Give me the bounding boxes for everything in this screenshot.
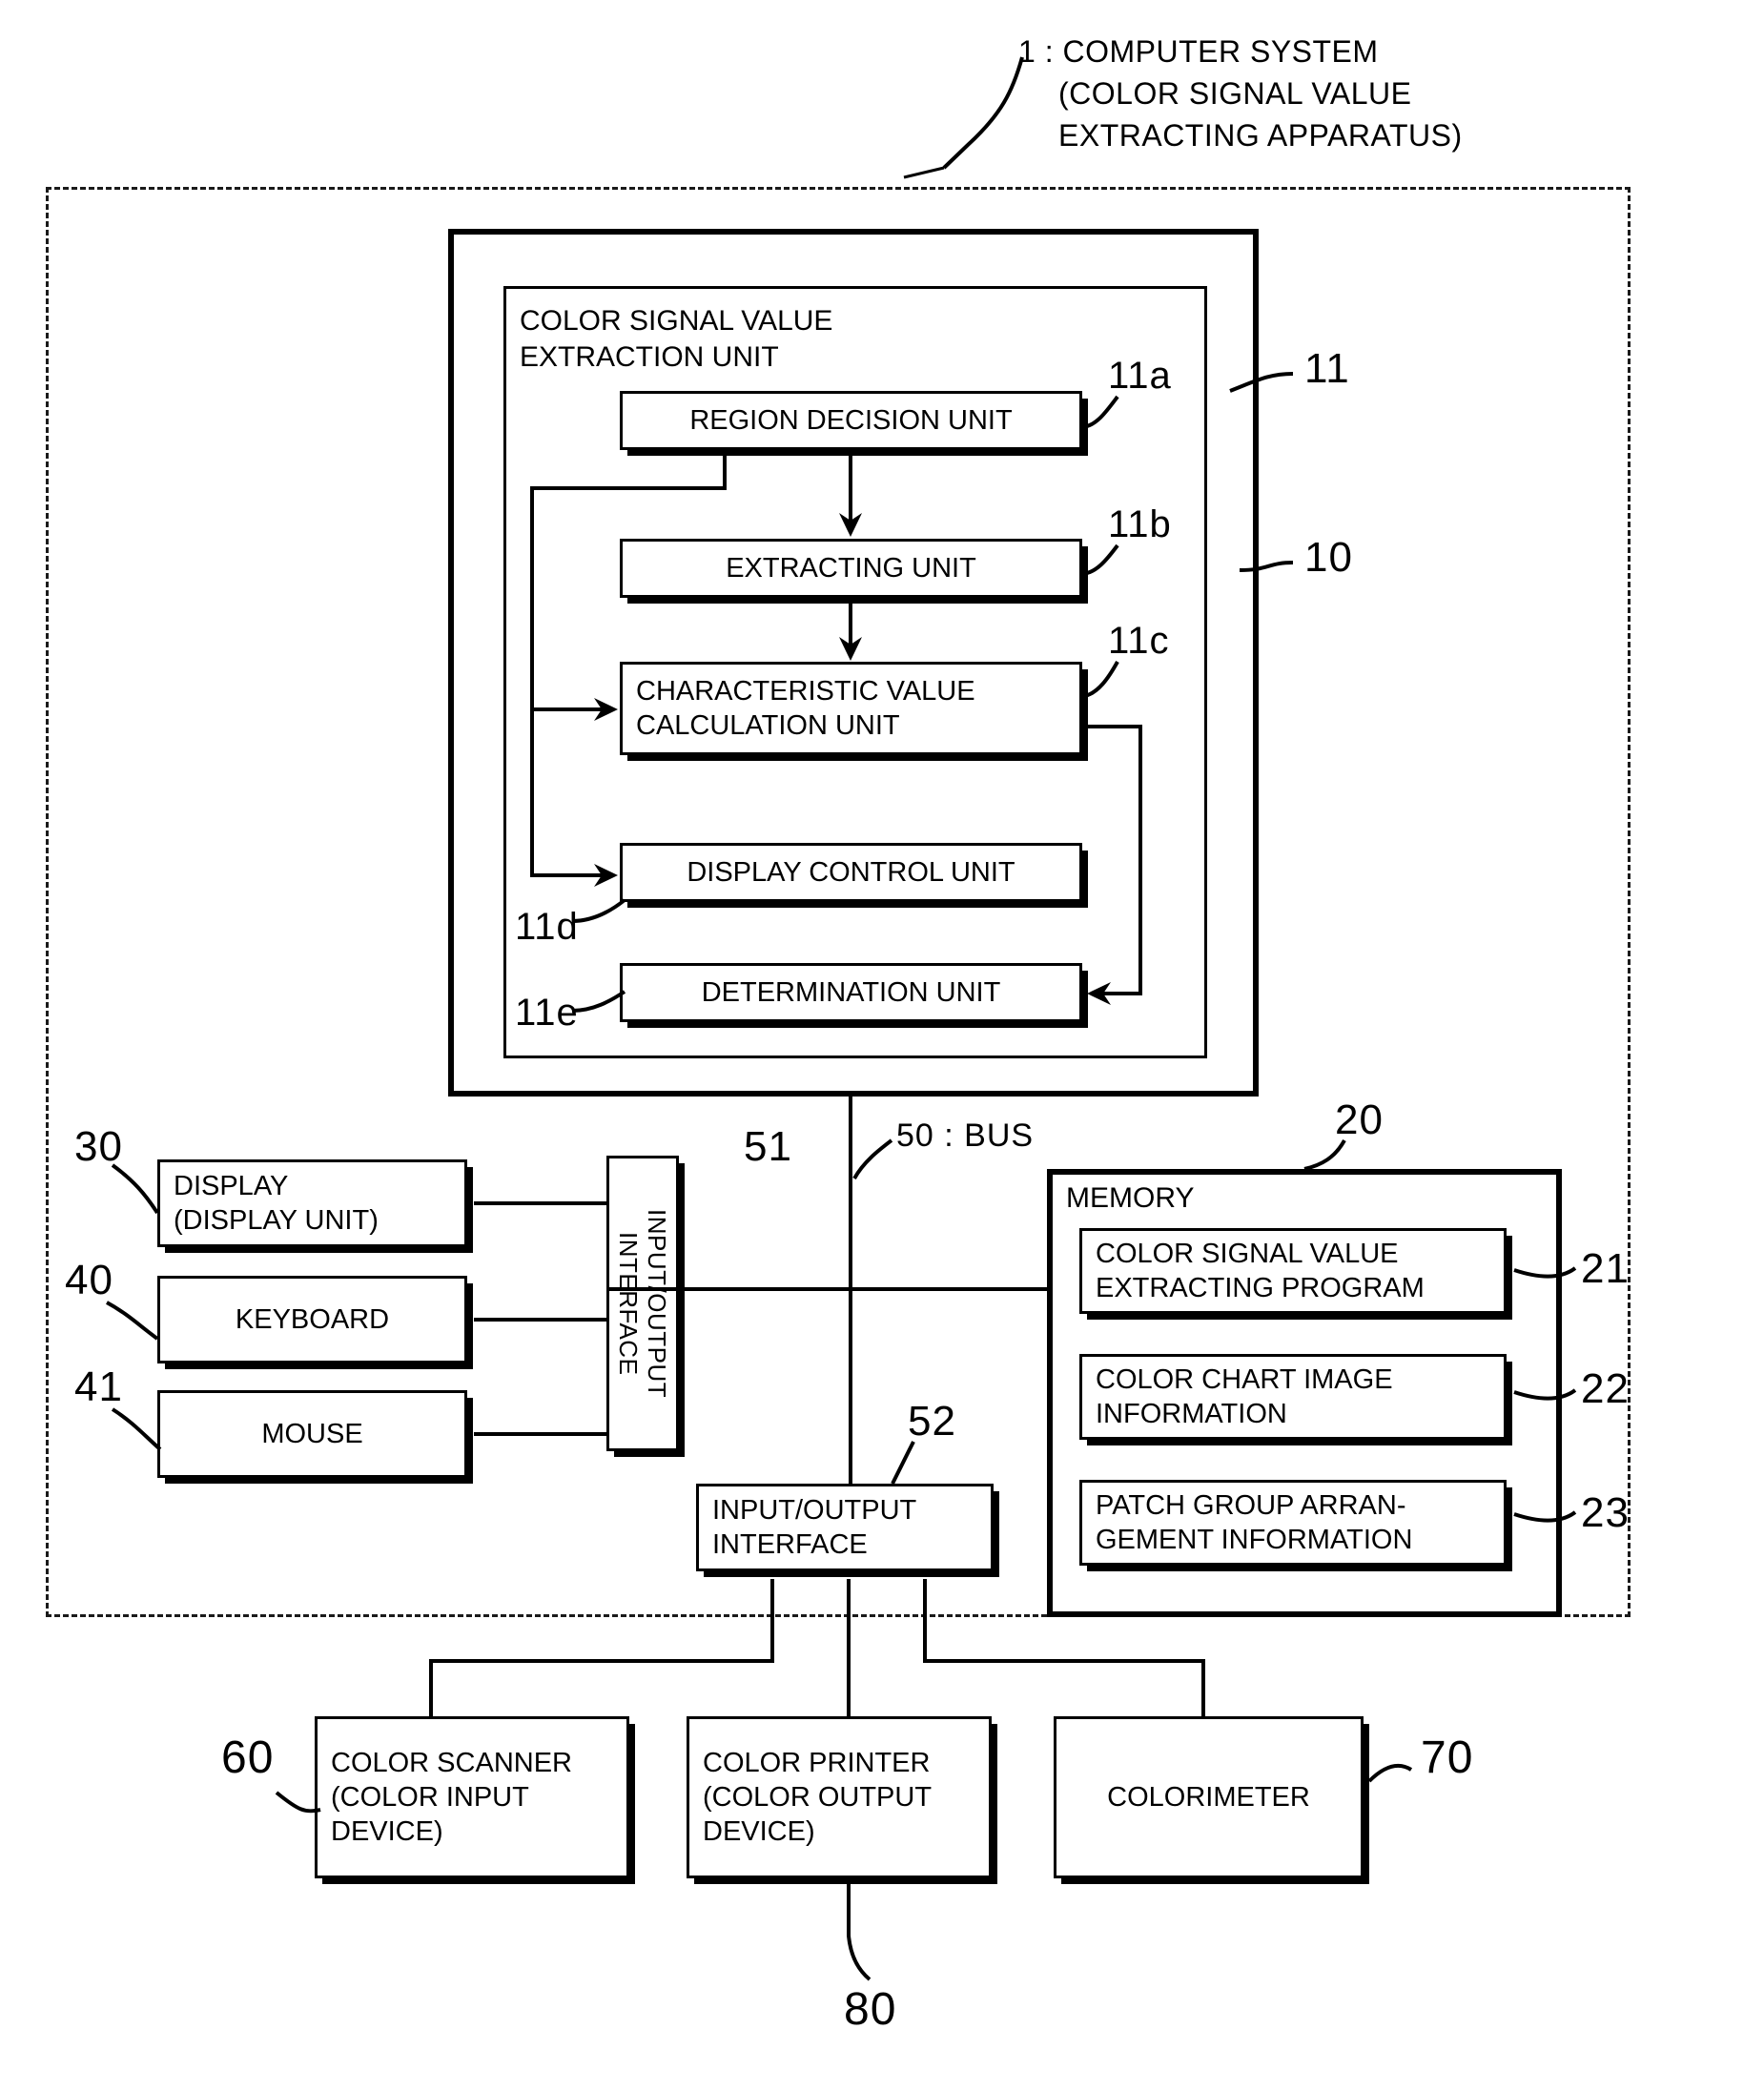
ref-21: 21 (1581, 1245, 1630, 1292)
patch-group-arrangement-information[interactable]: PATCH GROUP ARRAN- GEMENT INFORMATION (1079, 1480, 1507, 1566)
figure-title-line-2: (COLOR SIGNAL VALUE (1058, 76, 1412, 111)
ref-23: 23 (1581, 1489, 1630, 1536)
ref-70: 70 (1421, 1732, 1474, 1783)
ref-51: 51 (744, 1123, 792, 1170)
extracting-unit[interactable]: EXTRACTING UNIT (620, 539, 1082, 598)
ref-80: 80 (844, 1984, 897, 2035)
ref-11: 11 (1304, 345, 1350, 392)
ref-41: 41 (74, 1363, 123, 1410)
input-output-interface-52[interactable]: INPUT/OUTPUT INTERFACE (696, 1484, 994, 1571)
memory-label: MEMORY (1066, 1182, 1195, 1214)
figure-title-line-1: 1 : COMPUTER SYSTEM (1018, 34, 1379, 69)
color-chart-image-information[interactable]: COLOR CHART IMAGE INFORMATION (1079, 1354, 1507, 1440)
ref-11b: 11b (1108, 503, 1172, 545)
region-decision-unit[interactable]: REGION DECISION UNIT (620, 391, 1082, 450)
ref-30: 30 (74, 1123, 123, 1170)
ref-11a: 11a (1108, 355, 1172, 397)
ref-60: 60 (221, 1732, 275, 1783)
mouse-box[interactable]: MOUSE (157, 1390, 467, 1478)
color-printer-box[interactable]: COLOR PRINTER (COLOR OUTPUT DEVICE) (687, 1716, 992, 1878)
extraction-unit-label: COLOR SIGNAL VALUE EXTRACTION UNIT (520, 305, 833, 373)
display-unit-box[interactable]: DISPLAY (DISPLAY UNIT) (157, 1159, 467, 1247)
input-output-interface-51-label: INPUT/OUTPUT INTERFACE (614, 1208, 671, 1399)
colorimeter-box[interactable]: COLORIMETER (1054, 1716, 1364, 1878)
ref-11e: 11e (515, 992, 579, 1034)
patent-figure: 1 : COMPUTER SYSTEM (COLOR SIGNAL VALUE … (0, 0, 1764, 2091)
ref-10: 10 (1304, 534, 1353, 581)
ref-22: 22 (1581, 1365, 1630, 1412)
input-output-interface-51[interactable]: INPUT/OUTPUT INTERFACE (606, 1156, 679, 1451)
characteristic-value-calculation-unit[interactable]: CHARACTERISTIC VALUE CALCULATION UNIT (620, 662, 1082, 755)
bus-label: 50 : BUS (896, 1117, 1035, 1154)
display-control-unit[interactable]: DISPLAY CONTROL UNIT (620, 843, 1082, 902)
ref-52: 52 (908, 1398, 956, 1445)
keyboard-box[interactable]: KEYBOARD (157, 1276, 467, 1363)
figure-title-line-3: EXTRACTING APPARATUS) (1058, 118, 1463, 153)
ref-40: 40 (65, 1257, 113, 1303)
ref-11c: 11c (1108, 620, 1170, 662)
ref-20: 20 (1335, 1097, 1384, 1143)
color-signal-value-extracting-program[interactable]: COLOR SIGNAL VALUE EXTRACTING PROGRAM (1079, 1228, 1507, 1314)
color-scanner-box[interactable]: COLOR SCANNER (COLOR INPUT DEVICE) (315, 1716, 629, 1878)
determination-unit[interactable]: DETERMINATION UNIT (620, 963, 1082, 1022)
ref-11d: 11d (515, 906, 579, 948)
